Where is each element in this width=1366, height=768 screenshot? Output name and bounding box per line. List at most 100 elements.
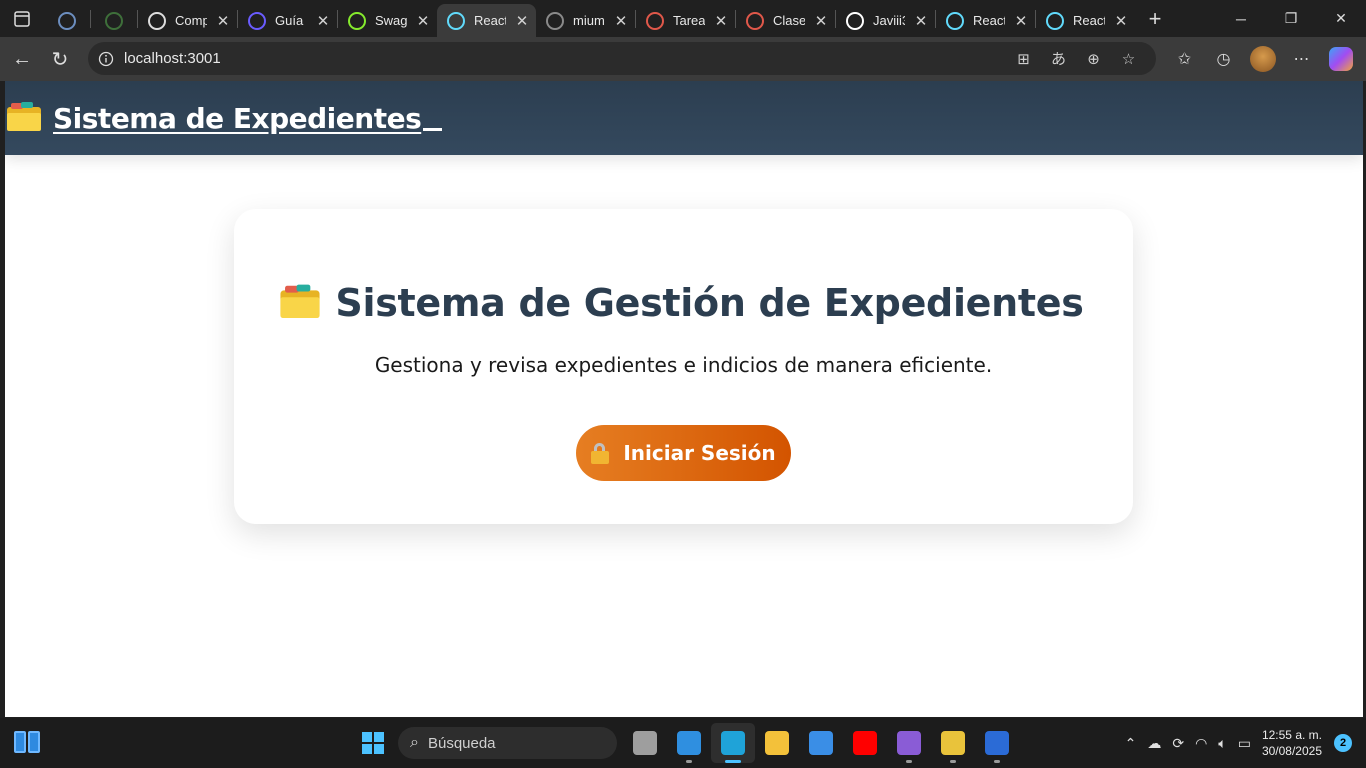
clock[interactable]: 12:55 a. m. 30/08/2025: [1262, 727, 1322, 759]
youtube-taskbar-button[interactable]: [843, 723, 887, 763]
tab-title: Comp: [175, 13, 207, 28]
split-screen-icon[interactable]: ⊞: [1006, 50, 1041, 68]
welcome-card: Sistema de Gestión de Expedientes Gestio…: [234, 209, 1133, 524]
task-view-taskbar-button[interactable]: [623, 723, 667, 763]
close-tab-icon[interactable]: ✕: [813, 12, 829, 30]
browser-tab[interactable]: mium ✕: [536, 6, 635, 36]
more-menu-icon[interactable]: ⋯: [1282, 49, 1321, 69]
browser-tab[interactable]: Tarea ✕: [636, 6, 735, 36]
folder-icon: [280, 284, 320, 318]
store-icon: [809, 731, 833, 755]
app-icon: [646, 11, 664, 30]
app-header: Sistema de Expedientes: [5, 81, 1363, 155]
swagger-icon: [348, 11, 366, 30]
vscode-taskbar-button[interactable]: [667, 723, 711, 763]
card-heading: Sistema de Gestión de Expedientes: [234, 281, 1133, 325]
clock-date: 30/08/2025: [1261, 744, 1322, 758]
translate-icon[interactable]: あ: [1041, 48, 1076, 69]
tab-title: Clase: [773, 13, 805, 28]
close-tab-icon[interactable]: ✕: [613, 12, 629, 30]
close-tab-icon[interactable]: ✕: [215, 12, 231, 30]
card-subtitle: Gestiona y revisa expedientes e indicios…: [374, 353, 993, 377]
browser-tab[interactable]: [91, 6, 137, 36]
browser-tab[interactable]: Guía ✕: [238, 6, 337, 36]
app-icon: [58, 11, 76, 30]
refresh-button[interactable]: ↻: [41, 41, 79, 77]
app-icon: [105, 11, 123, 30]
onedrive-icon[interactable]: ☁: [1147, 735, 1161, 752]
tab-title: Guía: [275, 13, 304, 28]
close-tab-icon[interactable]: ✕: [514, 12, 530, 30]
sync-icon[interactable]: ⟳: [1172, 735, 1184, 752]
browser-tab[interactable]: Clase ✕: [736, 6, 835, 36]
battery-icon[interactable]: ▭: [1238, 735, 1251, 752]
close-tab-icon[interactable]: ✕: [713, 12, 729, 30]
tab-title: React: [1073, 13, 1105, 28]
favorites-icon[interactable]: ✩: [1165, 49, 1204, 69]
folder-icon: [7, 102, 41, 131]
app-home-link[interactable]: Sistema de Expedientes: [7, 101, 422, 135]
minimize-button[interactable]: ─: [1216, 0, 1266, 37]
store-taskbar-button[interactable]: [799, 723, 843, 763]
paint-taskbar-button[interactable]: [931, 723, 975, 763]
browser-tab[interactable]: Comp ✕: [138, 6, 237, 36]
volume-icon[interactable]: 🔈︎: [1218, 735, 1226, 752]
show-hidden-icons-icon[interactable]: ⌃: [1125, 735, 1137, 752]
wifi-icon[interactable]: ◠: [1195, 735, 1207, 752]
tab-title: Javiii3: [873, 13, 905, 28]
lock-icon: [591, 443, 610, 464]
card-title: Sistema de Gestión de Expedientes: [335, 281, 1084, 325]
browser-tab[interactable]: Javiii3 ✕: [836, 6, 935, 36]
browser-tab[interactable]: React ✕: [1036, 6, 1135, 36]
browser-toolbar: ← ↻ localhost:3001 ⊞ あ ⊕ ☆ ✩ ◷ ⋯: [0, 37, 1366, 81]
paint-icon: [941, 731, 965, 755]
profile-button[interactable]: [1243, 46, 1282, 72]
visual-studio-taskbar-button[interactable]: [887, 723, 931, 763]
file-explorer-taskbar-button[interactable]: [755, 723, 799, 763]
copilot-button[interactable]: [1321, 47, 1360, 71]
app-icon: [746, 11, 764, 30]
edge-taskbar-button[interactable]: [711, 723, 755, 763]
running-indicator: [725, 760, 741, 763]
site-info-icon[interactable]: [88, 51, 124, 67]
close-tab-icon[interactable]: ✕: [1013, 12, 1029, 30]
widgets-button[interactable]: [14, 731, 40, 753]
browser-tab[interactable]: [44, 6, 90, 36]
taskbar-search[interactable]: ⌕ Búsqueda: [398, 727, 617, 759]
chatgpt-icon: [148, 11, 166, 30]
browser-tab[interactable]: React ✕: [437, 4, 536, 37]
notification-badge[interactable]: 2: [1334, 734, 1352, 752]
file-explorer-icon: [765, 731, 789, 755]
tab-title: Tarea: [673, 13, 705, 28]
browser-tab-strip: Comp ✕ Guía ✕ Swag ✕ React ✕ mium ✕ Tarea ✕ Clase ✕ Ja…: [0, 0, 1366, 37]
windows-icon: [362, 732, 384, 754]
address-bar[interactable]: localhost:3001 ⊞ あ ⊕ ☆: [88, 42, 1156, 75]
url-text[interactable]: localhost:3001: [124, 50, 221, 67]
start-button[interactable]: [356, 723, 390, 763]
header-title: Sistema de Expedientes: [53, 101, 422, 135]
new-tab-button[interactable]: +: [1135, 6, 1175, 32]
login-button-label: Iniciar Sesión: [623, 441, 776, 465]
word-taskbar-button[interactable]: [975, 723, 1019, 763]
browser-tab[interactable]: Swag ✕: [338, 6, 437, 36]
zoom-icon[interactable]: ⊕: [1076, 50, 1111, 68]
history-icon[interactable]: ◷: [1204, 49, 1243, 69]
app-icon: [248, 11, 266, 30]
close-tab-icon[interactable]: ✕: [315, 12, 331, 30]
favorite-star-icon[interactable]: ☆: [1111, 50, 1146, 68]
close-tab-icon[interactable]: ✕: [415, 12, 431, 30]
close-tab-icon[interactable]: ✕: [1113, 12, 1129, 30]
browser-tab[interactable]: React ✕: [936, 6, 1035, 36]
close-tab-icon[interactable]: ✕: [913, 12, 929, 30]
close-window-button[interactable]: ✕: [1316, 0, 1366, 37]
search-placeholder: Búsqueda: [427, 734, 496, 752]
login-button[interactable]: Iniciar Sesión: [576, 425, 791, 481]
visual-studio-icon: [897, 731, 921, 755]
task-view-icon: [633, 731, 657, 755]
back-button[interactable]: ←: [3, 41, 41, 77]
clock-time: 12:55 a. m.: [1261, 728, 1322, 742]
restore-button[interactable]: ❐: [1266, 0, 1316, 37]
tab-title: React: [474, 13, 506, 28]
word-icon: [985, 731, 1009, 755]
tab-actions-button[interactable]: [0, 0, 44, 37]
